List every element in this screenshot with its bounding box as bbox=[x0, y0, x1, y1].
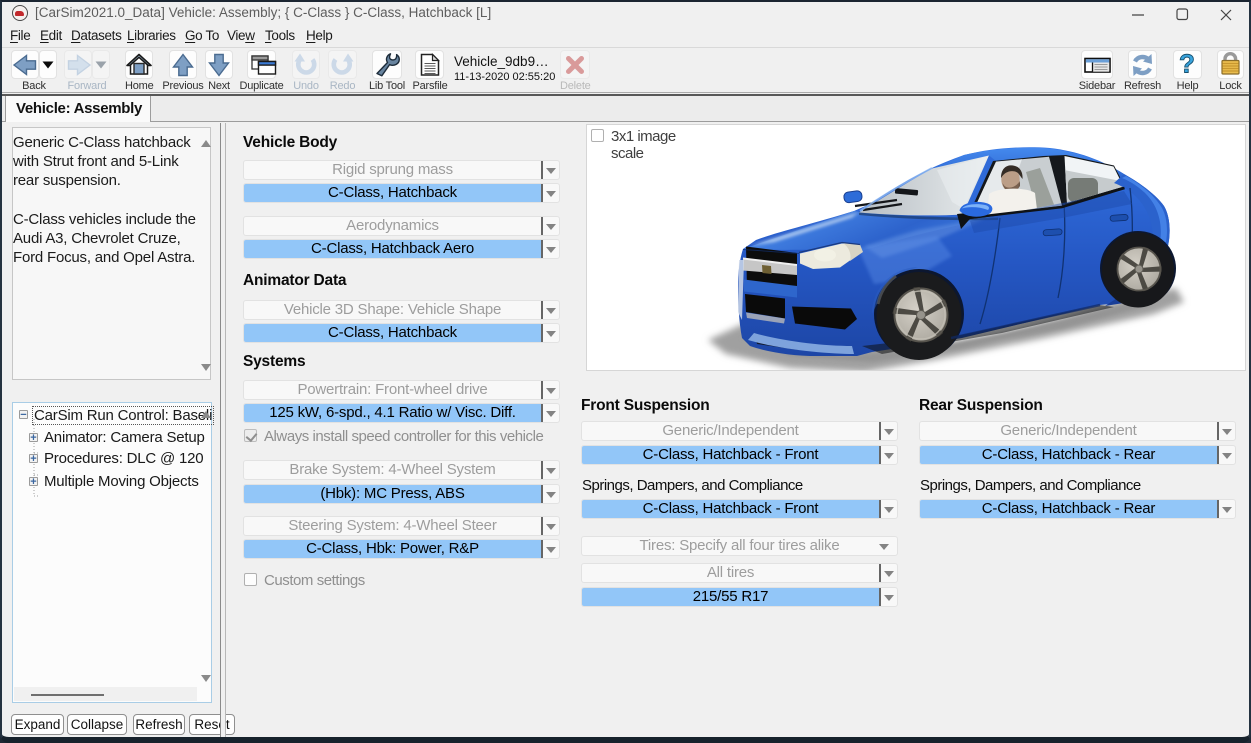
svg-text:?: ? bbox=[1179, 49, 1195, 79]
